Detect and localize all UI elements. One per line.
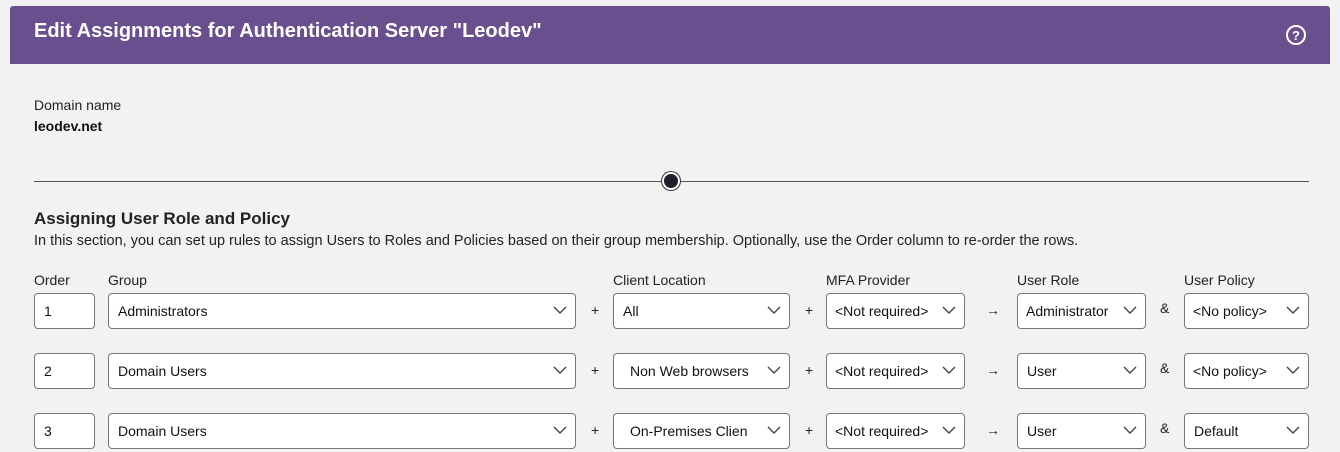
user-policy-select[interactable]: <No policy> bbox=[1184, 353, 1309, 389]
client-location-select[interactable]: On-Premises Clien bbox=[613, 413, 790, 449]
chevron-down-icon bbox=[1123, 366, 1137, 374]
user-role-value: User bbox=[1027, 423, 1057, 439]
arrow-operator: → bbox=[986, 422, 1000, 438]
and-operator: & bbox=[1160, 300, 1170, 316]
chevron-down-icon bbox=[1286, 426, 1300, 434]
chevron-down-icon bbox=[942, 426, 956, 434]
mfa-provider-select[interactable]: <Not required> bbox=[826, 413, 965, 449]
order-value: 3 bbox=[44, 423, 52, 439]
mfa-provider-value: <Not required> bbox=[835, 303, 929, 319]
chevron-down-icon bbox=[942, 306, 956, 314]
user-policy-value: <No policy> bbox=[1193, 363, 1267, 379]
plus-operator: + bbox=[805, 362, 814, 378]
plus-operator: + bbox=[591, 362, 600, 378]
domain-name-label: Domain name bbox=[34, 97, 122, 113]
client-location-value: All bbox=[623, 303, 639, 319]
order-value: 2 bbox=[44, 363, 52, 379]
user-role-select[interactable]: User bbox=[1017, 413, 1146, 449]
group-select[interactable]: Domain Users bbox=[108, 413, 576, 449]
mfa-provider-select[interactable]: <Not required> bbox=[826, 353, 965, 389]
col-header-client-location: Client Location bbox=[613, 272, 706, 288]
domain-name-value: leodev.net bbox=[34, 118, 103, 134]
chevron-down-icon bbox=[767, 366, 781, 374]
section-title: Assigning User Role and Policy bbox=[34, 209, 291, 228]
client-location-select[interactable]: All bbox=[613, 293, 790, 329]
chevron-down-icon bbox=[1286, 306, 1300, 314]
client-location-value: Non Web browsers bbox=[630, 363, 749, 379]
user-role-value: Administrator bbox=[1026, 303, 1109, 319]
order-value: 1 bbox=[44, 303, 52, 319]
arrow-operator: → bbox=[986, 302, 1000, 318]
col-header-mfa-provider: MFA Provider bbox=[826, 272, 911, 288]
section-description: In this section, you can set up rules to… bbox=[34, 233, 1079, 249]
chevron-down-icon bbox=[1123, 306, 1137, 314]
order-input[interactable]: 2 bbox=[34, 353, 95, 389]
user-policy-value: <No policy> bbox=[1193, 303, 1267, 319]
user-policy-select[interactable]: Default bbox=[1184, 413, 1309, 449]
user-policy-value: Default bbox=[1194, 423, 1239, 439]
plus-operator: + bbox=[805, 302, 814, 318]
mfa-provider-value: <Not required> bbox=[835, 423, 929, 439]
and-operator: & bbox=[1160, 360, 1170, 376]
group-value: Administrators bbox=[118, 303, 208, 319]
plus-operator: + bbox=[591, 302, 600, 318]
arrow-operator: → bbox=[986, 362, 1000, 378]
col-header-user-role: User Role bbox=[1017, 272, 1080, 288]
mfa-provider-value: <Not required> bbox=[835, 363, 929, 379]
user-role-select[interactable]: User bbox=[1017, 353, 1146, 389]
col-header-user-policy: User Policy bbox=[1184, 272, 1255, 288]
mfa-provider-select[interactable]: <Not required> bbox=[826, 293, 965, 329]
and-operator: & bbox=[1160, 420, 1170, 436]
help-icon[interactable]: ? bbox=[1286, 25, 1306, 45]
chevron-down-icon bbox=[553, 426, 567, 434]
client-location-select[interactable]: Non Web browsers bbox=[613, 353, 790, 389]
group-value: Domain Users bbox=[118, 423, 207, 439]
page-title: Edit Assignments for Authentication Serv… bbox=[34, 20, 542, 42]
chevron-down-icon bbox=[1123, 426, 1137, 434]
chevron-down-icon bbox=[942, 366, 956, 374]
client-location-value: On-Premises Clien bbox=[630, 423, 748, 439]
group-value: Domain Users bbox=[118, 363, 207, 379]
order-input[interactable]: 3 bbox=[34, 413, 95, 449]
plus-operator: + bbox=[805, 422, 814, 438]
chevron-down-icon bbox=[553, 366, 567, 374]
user-role-select[interactable]: Administrator bbox=[1017, 293, 1146, 329]
chevron-down-icon bbox=[553, 306, 567, 314]
group-select[interactable]: Administrators bbox=[108, 293, 576, 329]
user-policy-select[interactable]: <No policy> bbox=[1184, 293, 1309, 329]
group-select[interactable]: Domain Users bbox=[108, 353, 576, 389]
chevron-down-icon bbox=[767, 306, 781, 314]
chevron-down-icon bbox=[1286, 366, 1300, 374]
divider-handle[interactable] bbox=[662, 172, 680, 190]
col-header-order: Order bbox=[34, 272, 70, 288]
order-input[interactable]: 1 bbox=[34, 293, 95, 329]
user-role-value: User bbox=[1027, 363, 1057, 379]
col-header-group: Group bbox=[108, 272, 147, 288]
plus-operator: + bbox=[591, 422, 600, 438]
chevron-down-icon bbox=[767, 426, 781, 434]
